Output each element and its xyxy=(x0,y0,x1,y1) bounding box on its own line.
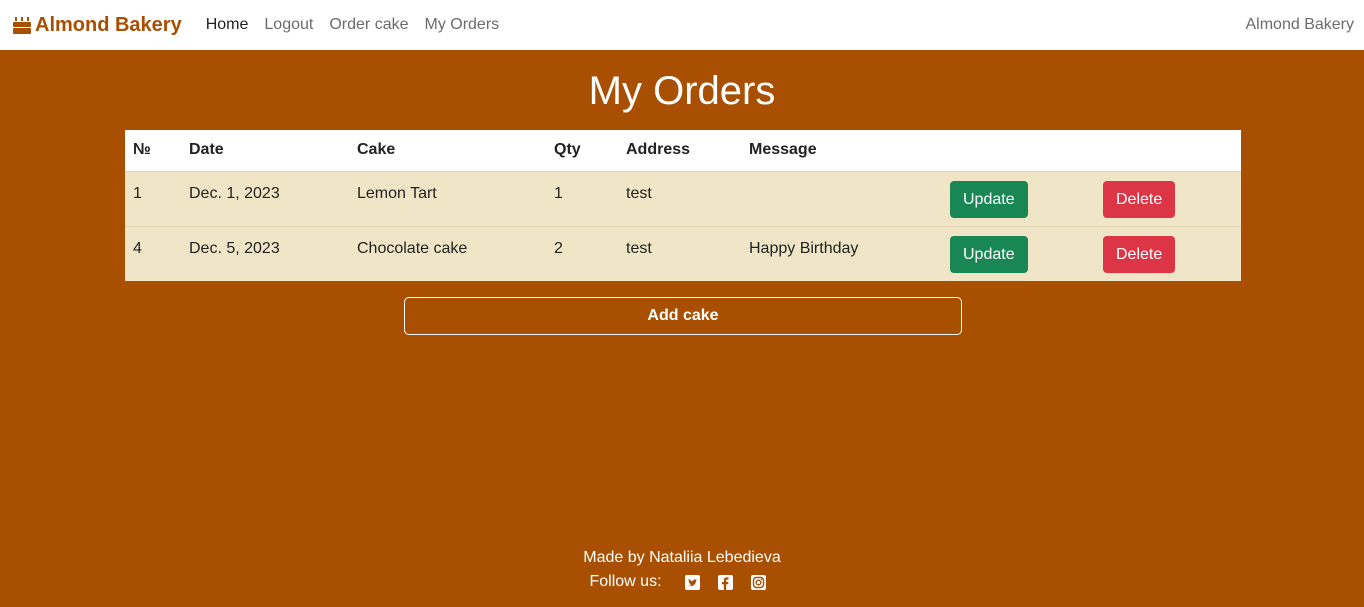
made-by-text: Made by Nataliia Lebedieva xyxy=(583,549,781,566)
cell-number: 4 xyxy=(133,239,142,257)
cell-delete: Delete xyxy=(1095,226,1241,281)
cell-message xyxy=(741,171,942,226)
cell-qty: 2 xyxy=(554,239,563,257)
instagram-icon[interactable] xyxy=(750,574,766,590)
col-update xyxy=(942,130,1095,171)
cell-qty: 1 xyxy=(554,184,563,202)
page-title: My Orders xyxy=(588,69,776,113)
cell-update: Update xyxy=(942,171,1095,226)
follow-row: Follow us: xyxy=(0,572,1364,592)
footer: Made by Nataliia Lebedieva Follow us: xyxy=(0,548,1364,592)
col-message: Message xyxy=(749,141,817,159)
cell-cake: Lemon Tart xyxy=(357,184,437,202)
cell-update: Update xyxy=(942,226,1095,281)
follow-label: Follow us: xyxy=(589,573,662,590)
cell-address: test xyxy=(626,239,652,257)
table-row: 4 Dec. 5, 2023 Chocolate cake 2 test Hap… xyxy=(125,226,1241,281)
nav-my-orders[interactable]: My Orders xyxy=(424,16,499,34)
col-cake: Cake xyxy=(357,141,396,159)
cell-delete: Delete xyxy=(1095,171,1241,226)
facebook-icon[interactable] xyxy=(717,574,733,590)
orders-table: № Date Cake Qty Address Message 1 Dec. 1… xyxy=(125,130,1241,281)
delete-button[interactable]: Delete xyxy=(1103,180,1176,218)
cell-date: Dec. 5, 2023 xyxy=(189,239,280,257)
cell-message: Happy Birthday xyxy=(749,239,859,257)
cake-icon xyxy=(13,17,31,34)
delete-button[interactable]: Delete xyxy=(1103,235,1176,273)
navbar: Almond Bakery Home Logout Order cake My … xyxy=(0,0,1364,50)
table-header-row: № Date Cake Qty Address Message xyxy=(125,130,1241,171)
nav-order-cake[interactable]: Order cake xyxy=(329,16,408,34)
col-qty: Qty xyxy=(554,141,581,159)
nav-logout[interactable]: Logout xyxy=(264,16,313,34)
col-number: № xyxy=(133,141,151,159)
brand-logo[interactable]: Almond Bakery xyxy=(12,14,182,37)
update-button[interactable]: Update xyxy=(950,180,1028,218)
cell-date: Dec. 1, 2023 xyxy=(189,184,280,202)
table-row: 1 Dec. 1, 2023 Lemon Tart 1 test Update … xyxy=(125,171,1241,226)
cell-number: 1 xyxy=(133,184,142,202)
nav-links: Home Logout Order cake My Orders xyxy=(206,16,515,34)
brand-name: Almond Bakery xyxy=(35,13,182,36)
twitter-icon[interactable] xyxy=(684,574,700,590)
col-address: Address xyxy=(626,141,691,159)
add-cake-button[interactable]: Add cake xyxy=(404,297,962,335)
col-date: Date xyxy=(189,141,224,159)
cell-address: test xyxy=(626,184,652,202)
nav-right-brand: Almond Bakery xyxy=(1245,16,1355,33)
col-delete xyxy=(1095,130,1241,171)
update-button[interactable]: Update xyxy=(950,235,1028,273)
cell-cake: Chocolate cake xyxy=(357,239,468,257)
nav-home[interactable]: Home xyxy=(206,16,249,34)
